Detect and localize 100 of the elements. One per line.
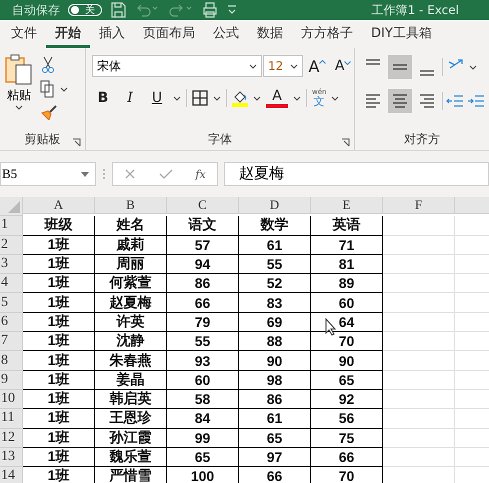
caret-icon (81, 172, 89, 176)
table-cell: 90 (239, 351, 311, 371)
table-cell: 93 (167, 351, 239, 371)
group-label: 剪贴板 (24, 130, 60, 148)
table-cell: 55 (167, 332, 239, 352)
caret-icon[interactable] (293, 96, 301, 100)
scissors-icon[interactable] (40, 56, 56, 74)
row-header[interactable]: 2 (0, 236, 23, 255)
table-cell: 52 (239, 274, 311, 294)
dialog-launcher-icon[interactable] (72, 138, 81, 147)
window-title: 工作簿1 - Excel (372, 2, 459, 18)
caret-icon[interactable] (253, 96, 261, 100)
ribbon-tab[interactable]: 插入 (90, 20, 134, 48)
row-header[interactable]: 6 (0, 312, 23, 332)
row-header[interactable]: 4 (0, 274, 23, 294)
row-header[interactable]: 3 (0, 254, 23, 274)
shrink-font-button[interactable]: A (332, 55, 354, 77)
table-cell (383, 351, 455, 371)
decrease-indent-icon[interactable] (446, 93, 464, 109)
table-cell: 1班 (23, 467, 95, 483)
bold-button[interactable]: B (92, 87, 114, 109)
table-cell (383, 409, 455, 429)
align-button[interactable] (388, 55, 412, 79)
ribbon-tab[interactable]: 页面布局 (134, 20, 204, 48)
table-cell: 66 (239, 467, 311, 483)
row-header[interactable]: 7 (0, 332, 23, 352)
table-cell: 66 (167, 293, 239, 313)
caret-icon[interactable] (60, 86, 68, 92)
table-cell: 65 (239, 428, 311, 448)
paste-button[interactable]: 粘贴 (4, 54, 34, 128)
table-cell: 66 (311, 448, 383, 468)
ribbon-tab[interactable]: 方方格子 (292, 20, 362, 48)
caret-icon (248, 64, 257, 68)
table-cell: 70 (311, 467, 383, 483)
fill-color-icon[interactable] (232, 89, 248, 107)
table-cell: 1班 (23, 448, 95, 468)
row-header[interactable]: 1 (0, 216, 23, 236)
font-color-button[interactable]: A (266, 88, 288, 108)
copy-icon[interactable] (40, 80, 56, 98)
row-header[interactable]: 9 (0, 370, 23, 390)
font-size-field[interactable]: 12 (262, 55, 303, 77)
table-cell: 严惜雪 (95, 467, 167, 483)
table-cell: 韩启英 (95, 390, 167, 410)
table-cell: 姜晶 (95, 370, 167, 390)
caret-icon[interactable] (173, 96, 181, 100)
column-header[interactable]: C (167, 197, 239, 214)
table-cell (383, 274, 455, 294)
caret-icon[interactable] (469, 64, 477, 70)
row-header[interactable]: 5 (0, 293, 23, 313)
row-header[interactable]: 8 (0, 351, 23, 371)
column-header[interactable]: F (383, 197, 455, 214)
dialog-launcher-icon[interactable] (341, 138, 350, 147)
table-cell: 56 (311, 409, 383, 429)
table-cell (383, 370, 455, 390)
name-box[interactable]: B5 (0, 162, 96, 186)
ribbon-tab[interactable]: 文件 (2, 20, 46, 48)
insert-function-button[interactable]: fx (195, 168, 206, 180)
table-cell: 90 (311, 351, 383, 371)
row-header[interactable]: 10 (0, 390, 23, 410)
table-cell: 语文 (167, 216, 239, 236)
group-label: 对齐方 (404, 130, 440, 148)
row-header[interactable]: 11 (0, 409, 23, 429)
column-header[interactable]: D (239, 197, 311, 214)
borders-icon[interactable] (192, 90, 208, 106)
row-header[interactable]: 12 (0, 428, 23, 448)
table-cell (383, 448, 455, 468)
font-name-field[interactable]: 宋体 (92, 55, 262, 77)
table-cell: 58 (167, 390, 239, 410)
underline-button[interactable]: U (146, 87, 168, 109)
increase-indent-icon[interactable] (467, 93, 485, 109)
clipboard-icon (4, 54, 34, 86)
save-icon[interactable] (110, 2, 126, 18)
table-cell: 97 (239, 448, 311, 468)
table-cell: 65 (311, 370, 383, 390)
column-header[interactable]: E (311, 197, 383, 214)
ribbon-tab[interactable]: 开始 (46, 20, 90, 48)
column-header[interactable]: A (23, 197, 95, 214)
ribbon-tab[interactable]: 数据 (248, 20, 292, 48)
row-header[interactable]: 14 (0, 467, 23, 483)
autosave-toggle[interactable]: 关 (68, 4, 102, 16)
row-header[interactable]: 13 (0, 448, 23, 468)
table-cell: 75 (311, 428, 383, 448)
caret-icon[interactable] (213, 96, 221, 100)
ribbon-tab[interactable]: 公式 (204, 20, 248, 48)
align-button[interactable] (388, 89, 412, 113)
table-cell: 86 (167, 274, 239, 294)
print-preview-icon[interactable] (202, 2, 218, 18)
caret-icon[interactable] (331, 96, 340, 100)
table-cell: 1班 (23, 254, 95, 274)
italic-button[interactable]: I (119, 87, 141, 109)
table-cell: 65 (167, 448, 239, 468)
paintbrush-icon[interactable] (40, 104, 58, 120)
table-cell: 84 (167, 409, 239, 429)
ribbon-tab[interactable]: DIY工具箱 (362, 20, 441, 48)
grow-font-button[interactable]: A (306, 55, 328, 77)
table-cell: 71 (311, 236, 383, 255)
formula-field[interactable]: 赵夏梅 (224, 162, 489, 186)
column-header[interactable]: B (95, 197, 167, 214)
table-cell: 100 (167, 467, 239, 483)
align-icon (365, 94, 381, 108)
